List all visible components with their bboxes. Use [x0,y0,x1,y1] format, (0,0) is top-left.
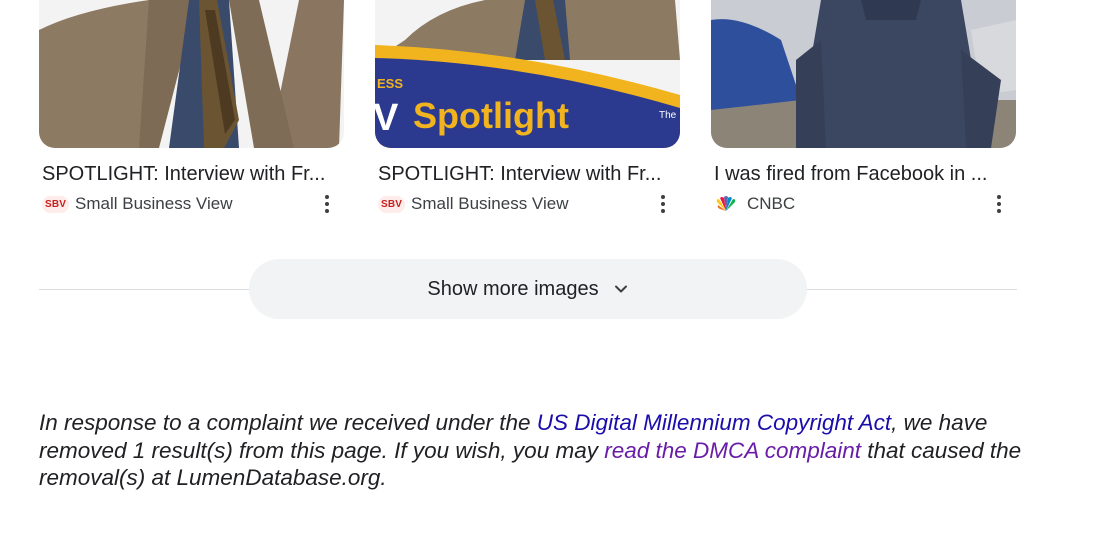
banner-title: Spotlight [413,95,569,136]
image-thumbnail[interactable] [39,0,344,148]
chevron-down-icon [613,281,629,297]
favicon-text: SBV [42,195,70,213]
dot [661,202,665,206]
divider [39,289,251,290]
image-result-source: CNBC [714,193,1016,215]
dot [661,195,665,199]
image-results-row: SPOTLIGHT: Interview with Fr... SBV Smal… [39,0,1016,215]
image-result-card: ESS V Spotlight The SPOTLIGHT: Interview… [375,0,680,215]
image-result-title[interactable]: SPOTLIGHT: Interview with Fr... [42,162,342,186]
image-thumbnail[interactable]: ESS V Spotlight The [375,0,680,148]
banner-small-left: ESS [377,76,403,91]
more-options-button[interactable] [654,193,672,215]
image-result-card: SPOTLIGHT: Interview with Fr... SBV Smal… [39,0,344,215]
image-result-card: I was fired from Facebook in ... CNBC [711,0,1016,215]
image-result-title[interactable]: I was fired from Facebook in ... [714,162,1014,186]
show-more-images-button[interactable]: Show more images [249,259,807,319]
source-name[interactable]: Small Business View [411,194,568,214]
spotlight-banner-photo: ESS V Spotlight The [375,0,680,148]
man-by-airplane-photo [711,0,1016,148]
cnbc-peacock-icon [714,194,738,214]
dot [325,209,329,213]
more-options-button[interactable] [318,193,336,215]
dot [325,195,329,199]
search-results-page: SPOTLIGHT: Interview with Fr... SBV Smal… [0,0,1101,549]
sbv-logo-icon: SBV [378,194,406,214]
dot [661,209,665,213]
image-thumbnail[interactable] [711,0,1016,148]
banner-letter: V [375,97,399,139]
dmca-notice: In response to a complaint we received u… [39,409,1039,492]
show-more-label: Show more images [427,277,599,300]
sbv-logo-icon: SBV [42,194,70,214]
favicon-text: SBV [378,195,406,213]
dmca-complaint-link[interactable]: read the DMCA complaint [604,438,861,463]
dot [997,195,1001,199]
dot [997,202,1001,206]
dmca-act-link[interactable]: US Digital Millennium Copyright Act [537,410,891,435]
dot [325,202,329,206]
notice-text: In response to a complaint we received u… [39,410,537,435]
image-result-title[interactable]: SPOTLIGHT: Interview with Fr... [378,162,678,186]
more-options-button[interactable] [990,193,1008,215]
dot [997,209,1001,213]
image-result-source: SBV Small Business View [378,193,680,215]
source-name[interactable]: Small Business View [75,194,232,214]
divider [806,289,1017,290]
source-name[interactable]: CNBC [747,194,795,214]
man-in-suit-photo [39,0,344,148]
image-result-source: SBV Small Business View [42,193,344,215]
banner-small-right: The [659,110,677,121]
